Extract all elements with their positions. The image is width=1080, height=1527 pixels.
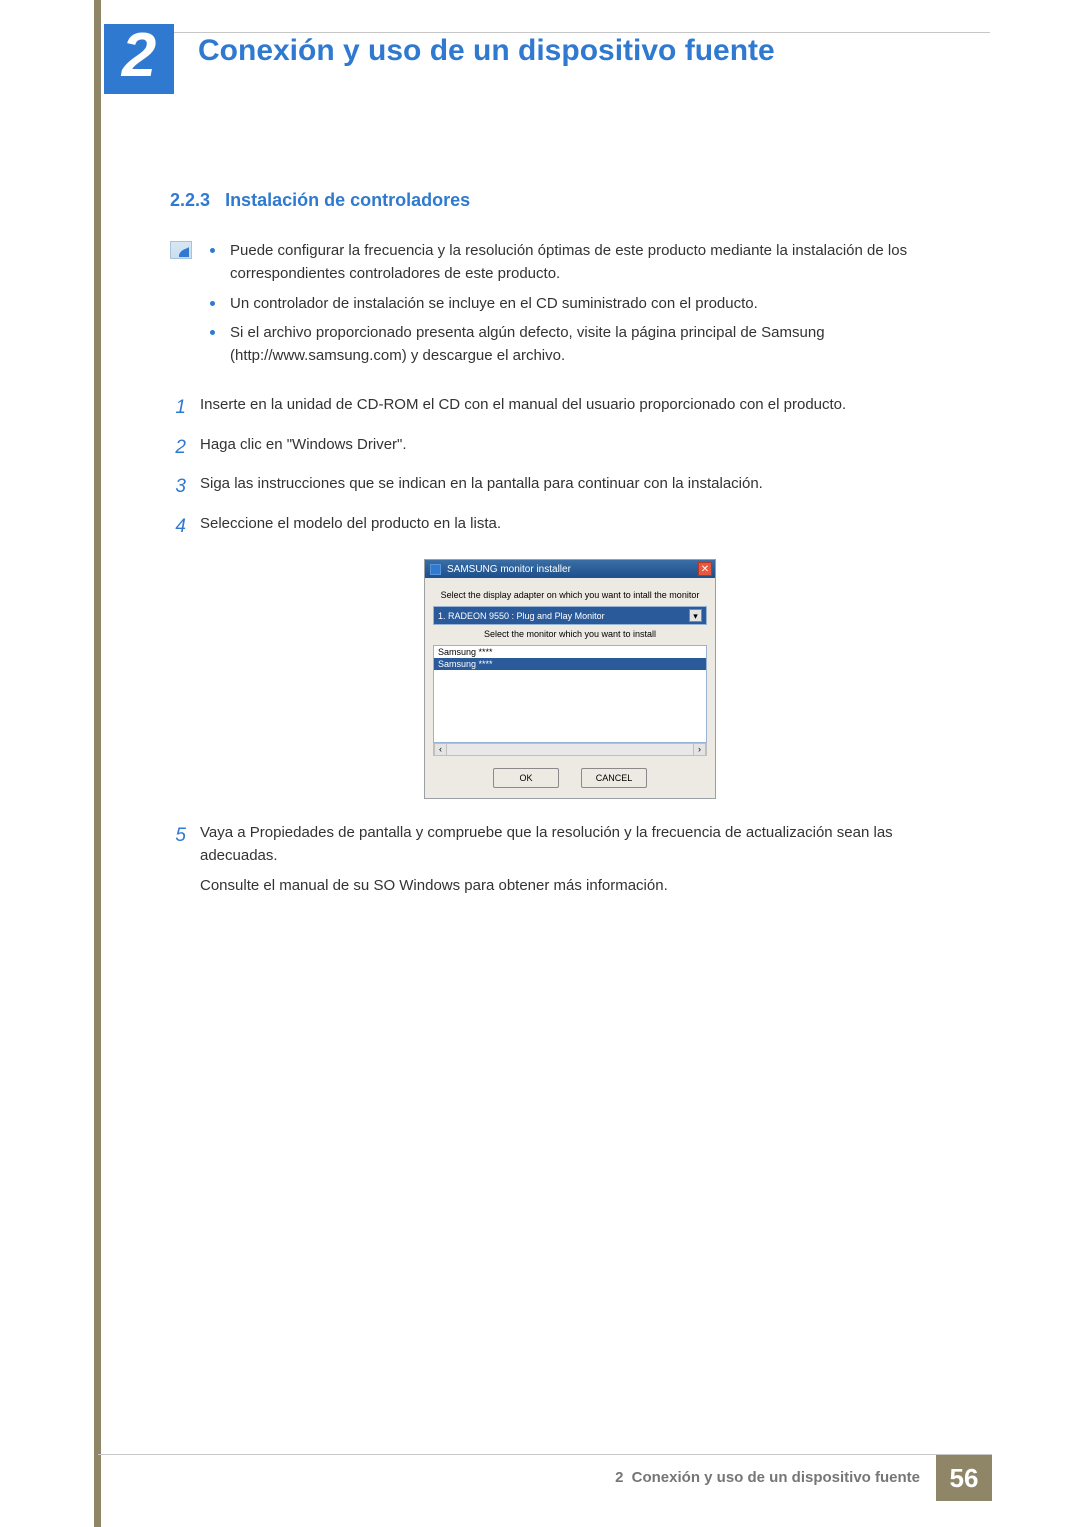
step: 1 Inserte en la unidad de CD-ROM el CD c…: [170, 393, 970, 422]
footer-chapter-label: 2 Conexión y uso de un dispositivo fuent…: [615, 1455, 936, 1501]
step-text: Haga clic en "Windows Driver".: [200, 433, 970, 456]
step: 2 Haga clic en "Windows Driver".: [170, 433, 970, 462]
installer-titlebar: SAMSUNG monitor installer ✕: [425, 560, 715, 578]
monitor-listbox[interactable]: Samsung **** Samsung ****: [433, 645, 707, 743]
note-icon: [170, 241, 192, 259]
monitor-instruction: Select the monitor which you want to ins…: [433, 629, 707, 639]
step-text-main: Vaya a Propiedades de pantalla y comprue…: [200, 824, 893, 864]
close-icon[interactable]: ✕: [698, 562, 712, 576]
footer-chapter-title: Conexión y uso de un dispositivo fuente: [632, 1469, 920, 1486]
step-text: Inserte en la unidad de CD-ROM el CD con…: [200, 393, 970, 416]
page-footer: 2 Conexión y uso de un dispositivo fuent…: [98, 1454, 992, 1501]
adapter-dropdown[interactable]: 1. RADEON 9550 : Plug and Play Monitor ▾: [433, 606, 707, 625]
adapter-dropdown-value: 1. RADEON 9550 : Plug and Play Monitor: [438, 611, 605, 621]
note-item: Si el archivo proporcionado presenta alg…: [230, 321, 970, 368]
installer-dialog: SAMSUNG monitor installer ✕ Select the d…: [424, 559, 716, 799]
footer-chapter-number: 2: [615, 1469, 623, 1486]
note-block: Puede configurar la frecuencia y la reso…: [170, 239, 970, 373]
section-heading: 2.2.3 Instalación de controladores: [170, 190, 970, 211]
step-text: Seleccione el modelo del producto en la …: [200, 512, 970, 535]
section-number: 2.2.3: [170, 190, 210, 210]
list-item[interactable]: Samsung ****: [434, 658, 706, 670]
scroll-right-icon[interactable]: ›: [693, 744, 706, 755]
horizontal-scrollbar[interactable]: ‹ ›: [433, 743, 707, 756]
step-number: 1: [170, 393, 186, 422]
note-list: Puede configurar la frecuencia y la reso…: [206, 239, 970, 373]
step-number: 5: [170, 821, 186, 850]
installer-title: SAMSUNG monitor installer: [447, 564, 571, 575]
chapter-number-badge: 2: [104, 24, 174, 94]
header-rule: [158, 32, 990, 33]
ok-button[interactable]: OK: [493, 768, 559, 788]
step-extra-text: Consulte el manual de su SO Windows para…: [200, 874, 970, 897]
page-number-badge: 56: [936, 1455, 992, 1501]
cancel-button[interactable]: CANCEL: [581, 768, 647, 788]
step-number: 2: [170, 433, 186, 462]
step: 5 Vaya a Propiedades de pantalla y compr…: [170, 821, 970, 897]
dialog-buttons: OK CANCEL: [433, 768, 707, 788]
page-content: 2.2.3 Instalación de controladores Puede…: [170, 190, 970, 907]
scroll-left-icon[interactable]: ‹: [434, 744, 447, 755]
app-icon: [430, 564, 441, 575]
step-number: 3: [170, 472, 186, 501]
step: 3 Siga las instrucciones que se indican …: [170, 472, 970, 501]
note-item: Puede configurar la frecuencia y la reso…: [230, 239, 970, 286]
adapter-instruction: Select the display adapter on which you …: [433, 590, 707, 600]
installer-body: Select the display adapter on which you …: [425, 578, 715, 798]
chevron-down-icon[interactable]: ▾: [689, 609, 702, 622]
chapter-title: Conexión y uso de un dispositivo fuente: [198, 34, 775, 68]
list-item[interactable]: Samsung ****: [434, 646, 706, 658]
step-text: Siga las instrucciones que se indican en…: [200, 472, 970, 495]
note-item: Un controlador de instalación se incluye…: [230, 292, 970, 315]
steps-list-continued: 5 Vaya a Propiedades de pantalla y compr…: [170, 821, 970, 897]
side-accent-strip: [94, 0, 101, 1527]
step-number: 4: [170, 512, 186, 541]
section-title: Instalación de controladores: [225, 190, 470, 210]
step-text: Vaya a Propiedades de pantalla y comprue…: [200, 821, 970, 897]
steps-list: 1 Inserte en la unidad de CD-ROM el CD c…: [170, 393, 970, 541]
step: 4 Seleccione el modelo del producto en l…: [170, 512, 970, 541]
